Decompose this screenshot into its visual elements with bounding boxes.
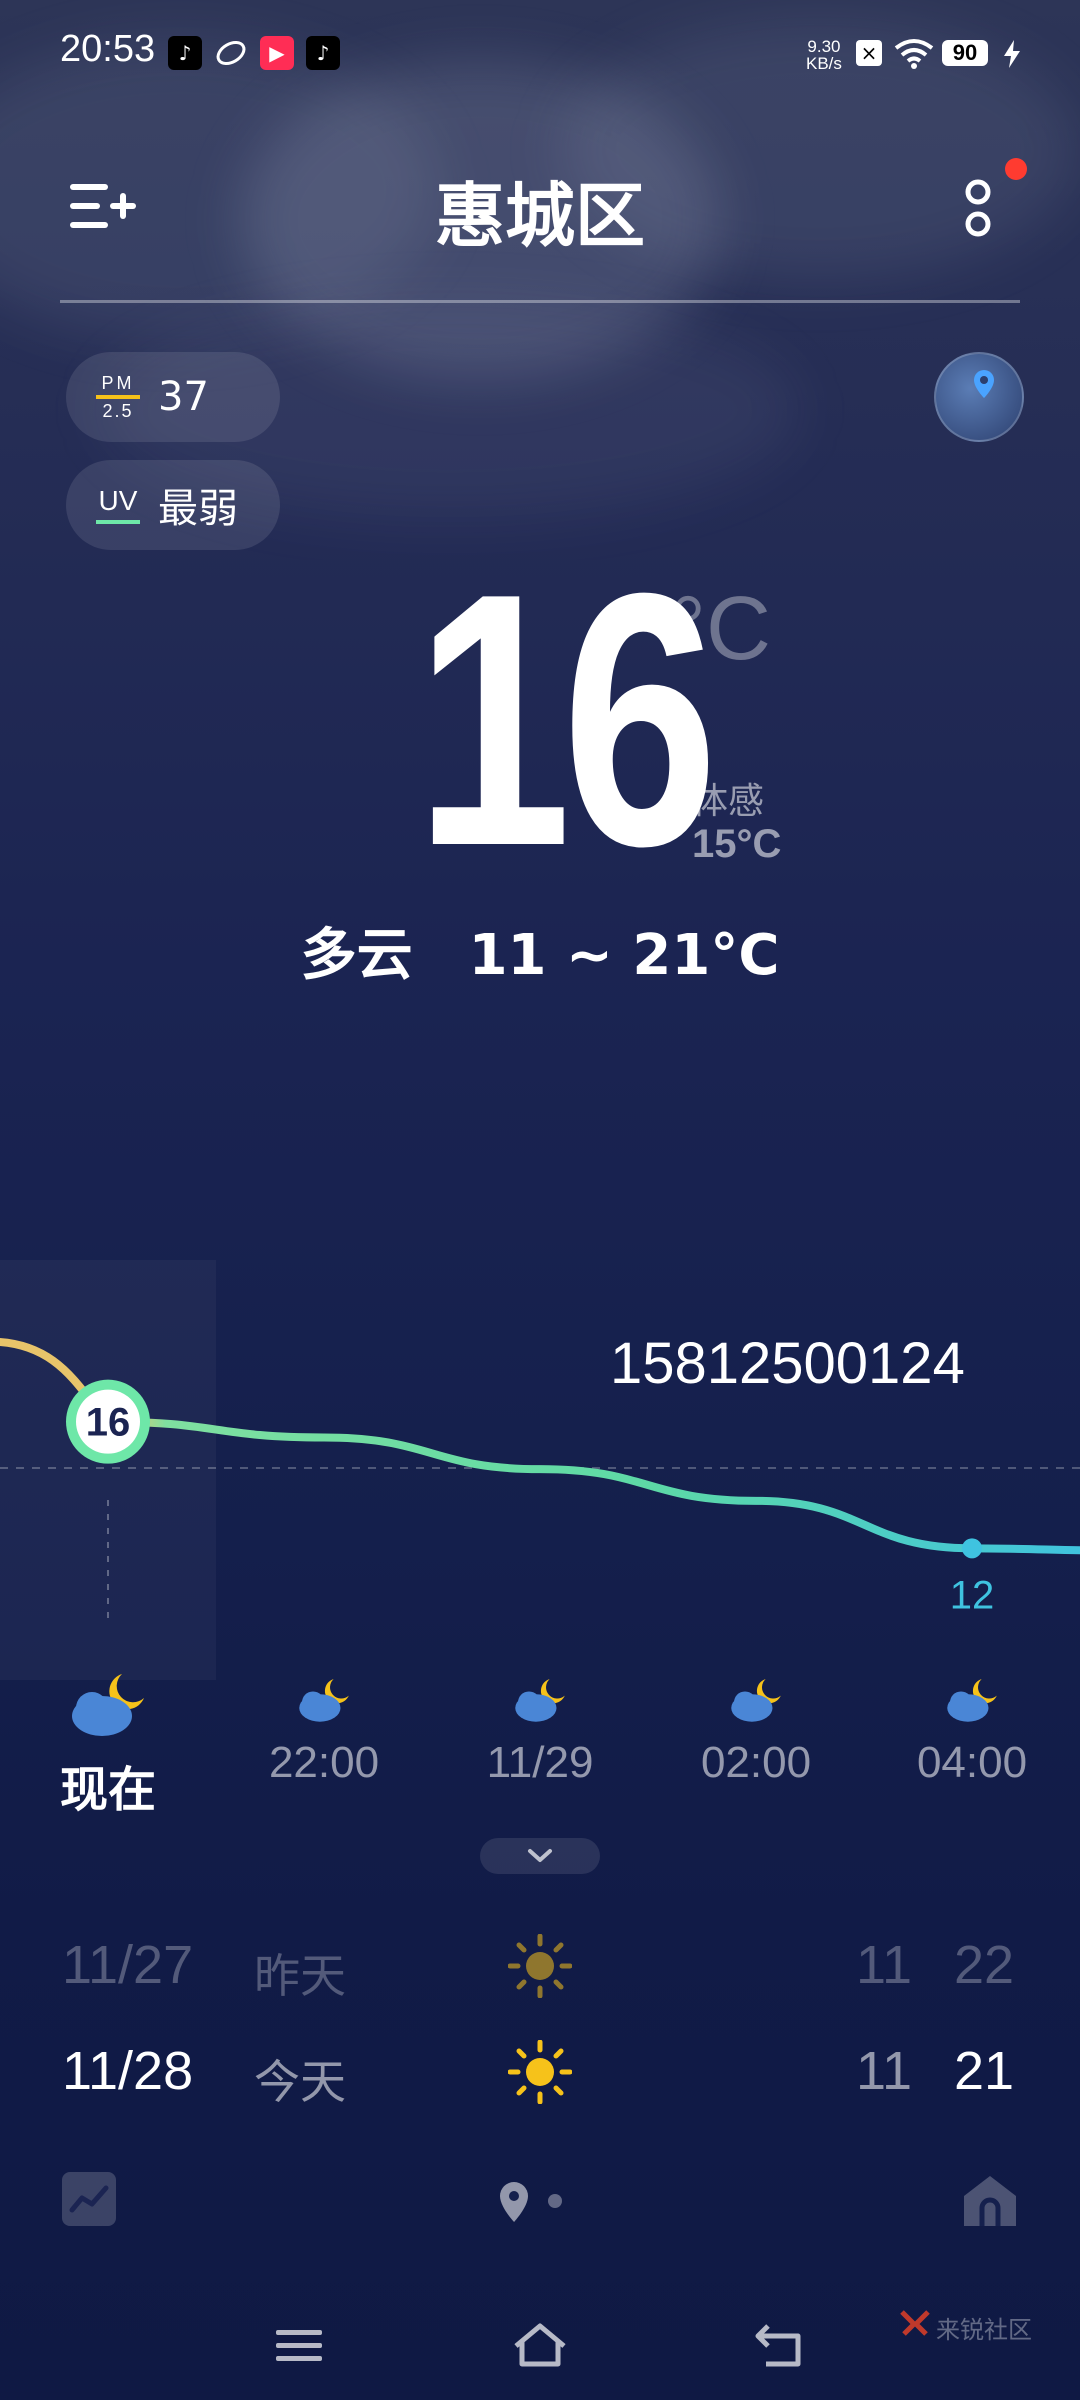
pm25-value: 37	[158, 374, 209, 420]
hourly-item[interactable]: 11/29	[450, 1672, 630, 1788]
partly-cloudy-night-icon	[731, 1679, 781, 1722]
back-icon[interactable]	[752, 2320, 808, 2370]
trend-chart-button[interactable]	[62, 2172, 116, 2226]
recent-apps-icon[interactable]	[274, 2326, 324, 2366]
page-indicator-dot	[548, 2194, 562, 2208]
header-divider	[60, 300, 1020, 303]
charging-icon	[1004, 40, 1020, 68]
pm-label-bottom: 2.5	[102, 401, 134, 421]
city-title[interactable]: 惠城区	[240, 160, 840, 261]
hourly-item[interactable]: 22:00	[234, 1672, 414, 1788]
watermark-text: 来锐社区	[936, 2316, 1032, 2344]
more-vertical-icon	[965, 179, 991, 237]
hourly-label: 04:00	[916, 1738, 1028, 1787]
notification-dot	[1005, 158, 1027, 180]
feels-like-value: 15°C	[692, 822, 782, 866]
partly-cloudy-night-icon	[947, 1679, 997, 1722]
tiktok-icon: ♪	[168, 36, 202, 70]
daily-day: 今天	[254, 2056, 346, 2108]
house-icon	[964, 2176, 1016, 2226]
daily-row-yesterday[interactable]: 11/27 昨天 11 22	[0, 1934, 1080, 2024]
partly-cloudy-night-icon	[515, 1679, 565, 1722]
daily-row-today[interactable]: 11/28 今天 11 21	[0, 2040, 1080, 2130]
daily-date: 11/27	[62, 1935, 194, 1995]
chevron-down-icon	[528, 1849, 552, 1862]
uv-chip[interactable]: UV 最弱	[66, 460, 280, 550]
trend-icon	[69, 2185, 109, 2213]
home-icon[interactable]	[510, 2320, 570, 2370]
city-manage-button[interactable]	[70, 178, 136, 234]
home-city-button[interactable]	[960, 2170, 1020, 2230]
daily-date: 11/28	[62, 2041, 194, 2101]
sim-off-icon: ×	[856, 40, 882, 66]
end-point-dot	[962, 1538, 982, 1559]
expand-forecast-button[interactable]	[480, 1838, 600, 1874]
temperature-unit: °C	[670, 579, 771, 679]
current-point-label: 16	[86, 1401, 131, 1445]
partly-cloudy-night-icon	[72, 1674, 144, 1736]
uv-label: UV	[98, 485, 138, 516]
wifi-icon	[894, 39, 934, 69]
current-temperature: 16	[415, 519, 718, 921]
pm25-chip[interactable]: PM 2.5 37	[66, 352, 280, 442]
status-bar: 20:53 ♪ ▶ ♪ 9.30 KB/s × 90	[0, 0, 1080, 110]
sun-icon	[508, 1934, 572, 1998]
hourly-temperature-chart: 16 12	[0, 1260, 1080, 1680]
hourly-item[interactable]: 02:00	[666, 1672, 846, 1788]
hourly-label: 11/29	[486, 1738, 594, 1787]
daily-day: 昨天	[254, 1950, 346, 2002]
add-city-menu-icon	[70, 184, 136, 228]
hourly-label: 22:00	[268, 1738, 380, 1787]
end-point-label: 12	[950, 1573, 995, 1617]
location-pin-icon	[974, 370, 994, 398]
watermark-logo	[900, 2308, 930, 2338]
condition-range: 多云 11 ~ 21°C	[300, 923, 780, 988]
app-notification-icon	[214, 36, 248, 70]
hourly-item[interactable]: 现在	[18, 1668, 198, 1820]
daily-low: 11	[856, 1935, 913, 1995]
partly-cloudy-night-icon	[299, 1679, 349, 1722]
location-page-indicator-icon	[500, 2182, 528, 2222]
status-time: 20:53	[60, 28, 156, 70]
feels-like-label: 体感	[692, 781, 765, 822]
battery-level: 90	[942, 40, 988, 66]
pm25-badge: PM 2.5	[96, 373, 140, 421]
video-app-icon: ▶	[260, 36, 294, 70]
tiktok-lite-icon: ♪	[306, 36, 340, 70]
network-speed-value: 9.30	[807, 37, 841, 56]
network-speed: 9.30 KB/s	[806, 38, 842, 72]
uv-value: 最弱	[158, 486, 238, 532]
daily-high: 21	[954, 2041, 1015, 2101]
uv-badge: UV	[96, 486, 140, 524]
network-speed-unit: KB/s	[806, 54, 842, 73]
hourly-item[interactable]: 04:00	[882, 1672, 1062, 1788]
daily-high: 22	[954, 1935, 1015, 1995]
sun-icon	[508, 2040, 572, 2104]
hourly-label: 现在	[59, 1764, 156, 1817]
system-navigation-bar: 来锐社区	[0, 2300, 1080, 2400]
daily-low: 11	[856, 2041, 913, 2101]
hourly-label: 02:00	[700, 1738, 812, 1787]
map-globe-button[interactable]	[934, 352, 1024, 442]
pm-label-top: PM	[101, 373, 135, 393]
more-options-button[interactable]	[950, 170, 1010, 250]
